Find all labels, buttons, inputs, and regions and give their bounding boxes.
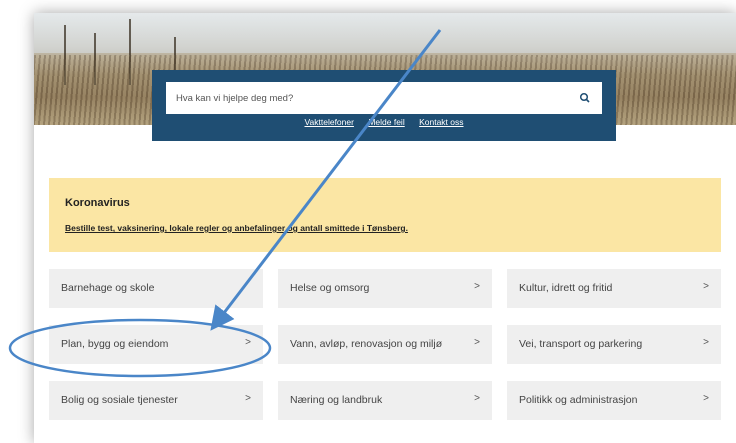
link-kontakt-oss[interactable]: Kontakt oss [419,117,463,127]
category-politikk-og-administrasjon[interactable]: Politikk og administrasjon > [507,381,721,420]
category-kultur-idrett-og-fritid[interactable]: Kultur, idrett og fritid > [507,269,721,308]
category-label: Kultur, idrett og fritid [519,282,613,294]
category-barnehage-og-skole[interactable]: Barnehage og skole [49,269,263,308]
quick-links: Vakttelefoner Melde feil Kontakt oss [152,117,616,127]
chevron-right-icon: > [474,393,480,404]
category-label: Næring og landbruk [290,394,383,406]
search-icon[interactable] [578,91,592,105]
search-box [166,82,602,114]
chevron-right-icon: > [703,337,709,348]
search-panel: Vakttelefoner Melde feil Kontakt oss [152,70,616,141]
category-vann-avlop-renovasjon[interactable]: Vann, avløp, renovasjon og miljø > [278,325,492,364]
corona-alert: Koronavirus Bestille test, vaksinering, … [49,178,721,252]
category-label: Barnehage og skole [61,282,155,294]
category-label: Plan, bygg og eiendom [61,338,169,350]
chevron-right-icon: > [474,337,480,348]
category-plan-bygg-og-eiendom[interactable]: Plan, bygg og eiendom > [49,325,263,364]
chevron-right-icon: > [474,281,480,292]
category-label: Helse og omsorg [290,282,370,294]
link-melde-feil[interactable]: Melde feil [368,117,404,127]
category-label: Politikk og administrasjon [519,394,638,406]
chevron-right-icon: > [245,337,251,348]
chevron-right-icon: > [245,393,251,404]
chevron-right-icon: > [703,393,709,404]
category-label: Vann, avløp, renovasjon og miljø [290,338,443,350]
category-label: Bolig og sosiale tjenester [61,394,178,406]
chevron-right-icon: > [703,281,709,292]
category-bolig-og-sosiale-tjenester[interactable]: Bolig og sosiale tjenester > [49,381,263,420]
alert-link[interactable]: Bestille test, vaksinering, lokale regle… [65,223,408,233]
category-naering-og-landbruk[interactable]: Næring og landbruk > [278,381,492,420]
alert-title: Koronavirus [65,197,130,209]
browser-page: Vakttelefoner Melde feil Kontakt oss Kor… [34,13,736,443]
category-helse-og-omsorg[interactable]: Helse og omsorg > [278,269,492,308]
category-label: Vei, transport og parkering [519,338,643,350]
search-input[interactable] [176,82,576,114]
link-vakttelefoner[interactable]: Vakttelefoner [304,117,353,127]
category-vei-transport-og-parkering[interactable]: Vei, transport og parkering > [507,325,721,364]
